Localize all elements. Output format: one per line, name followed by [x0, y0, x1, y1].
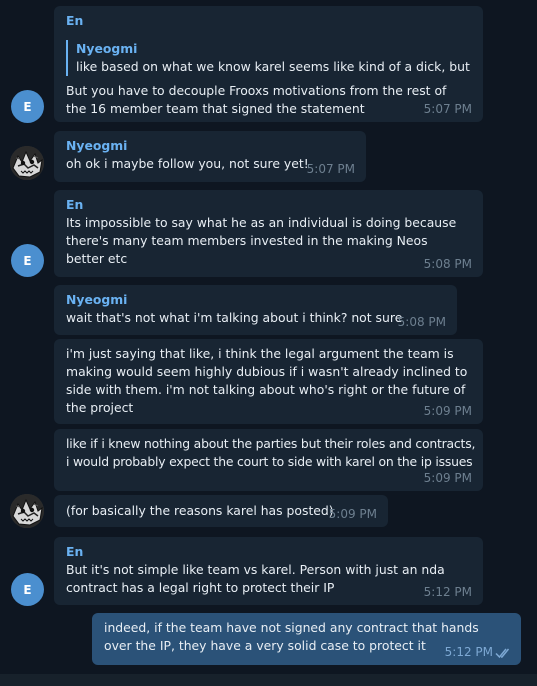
avatar-en[interactable]: E [11, 244, 44, 277]
reply-sender-name: Nyeogmi [76, 41, 138, 56]
reply-text: like based on what we know karel seems l… [76, 59, 473, 74]
message-bubble[interactable]: Nyeogmi oh ok i maybe follow you, not su… [54, 131, 366, 182]
reply-quote[interactable]: Nyeogmi like based on what we know karel… [66, 40, 473, 76]
message-bubble[interactable]: (for basically the reasons karel has pos… [54, 495, 388, 527]
sender-name[interactable]: En [66, 196, 473, 214]
message-time: 5:09 PM [328, 507, 377, 521]
avatar-en[interactable]: E [11, 573, 44, 606]
avatar-nyeogmi[interactable] [10, 146, 44, 180]
message-text: Its impossible to say what he as an indi… [66, 215, 457, 266]
message-time: 5:07 PM [423, 102, 472, 116]
message-time: 5:12 PM [444, 645, 493, 659]
creature-avatar-icon [10, 494, 44, 528]
message-bubble[interactable]: Nyeogmi wait that's not what i'm talking… [54, 285, 457, 335]
avatar-initial: E [23, 99, 32, 114]
sender-name[interactable]: En [66, 543, 473, 561]
double-check-icon [495, 648, 510, 659]
message-text: wait that's not what i'm talking about i… [66, 310, 403, 325]
message-bubble[interactable]: En Its impossible to say what he as an i… [54, 190, 483, 277]
avatar-nyeogmi[interactable] [10, 494, 44, 528]
avatar-initial: E [23, 253, 32, 268]
message-bubble[interactable]: i'm just saying that like, i think the l… [54, 339, 483, 424]
message-text: i'm just saying that like, i think the l… [66, 346, 468, 415]
message-text: But it's not simple like team vs karel. … [66, 562, 445, 595]
sender-name[interactable]: En [66, 12, 473, 30]
message-bubble-outgoing[interactable]: indeed, if the team have not signed any … [92, 613, 521, 665]
message-time: 5:08 PM [397, 315, 446, 329]
message-text: But you have to decouple Frooxs motivati… [66, 83, 447, 116]
message-text: like if i knew nothing about the parties… [66, 436, 476, 469]
sender-name[interactable]: Nyeogmi [66, 291, 447, 309]
message-bubble[interactable]: En But it's not simple like team vs kare… [54, 537, 483, 605]
creature-avatar-icon [10, 146, 44, 180]
message-time: 5:07 PM [306, 162, 355, 176]
composer-bar [0, 674, 537, 686]
message-bubble[interactable]: like if i knew nothing about the parties… [54, 429, 483, 491]
message-time: 5:12 PM [423, 585, 472, 599]
sender-name[interactable]: Nyeogmi [66, 137, 356, 155]
avatar-initial: E [23, 582, 32, 597]
message-time: 5:09 PM [423, 471, 472, 485]
message-time: 5:09 PM [423, 404, 472, 418]
avatar-en[interactable]: E [11, 90, 44, 123]
message-bubble[interactable]: En Nyeogmi like based on what we know ka… [54, 6, 483, 122]
message-time: 5:08 PM [423, 257, 472, 271]
